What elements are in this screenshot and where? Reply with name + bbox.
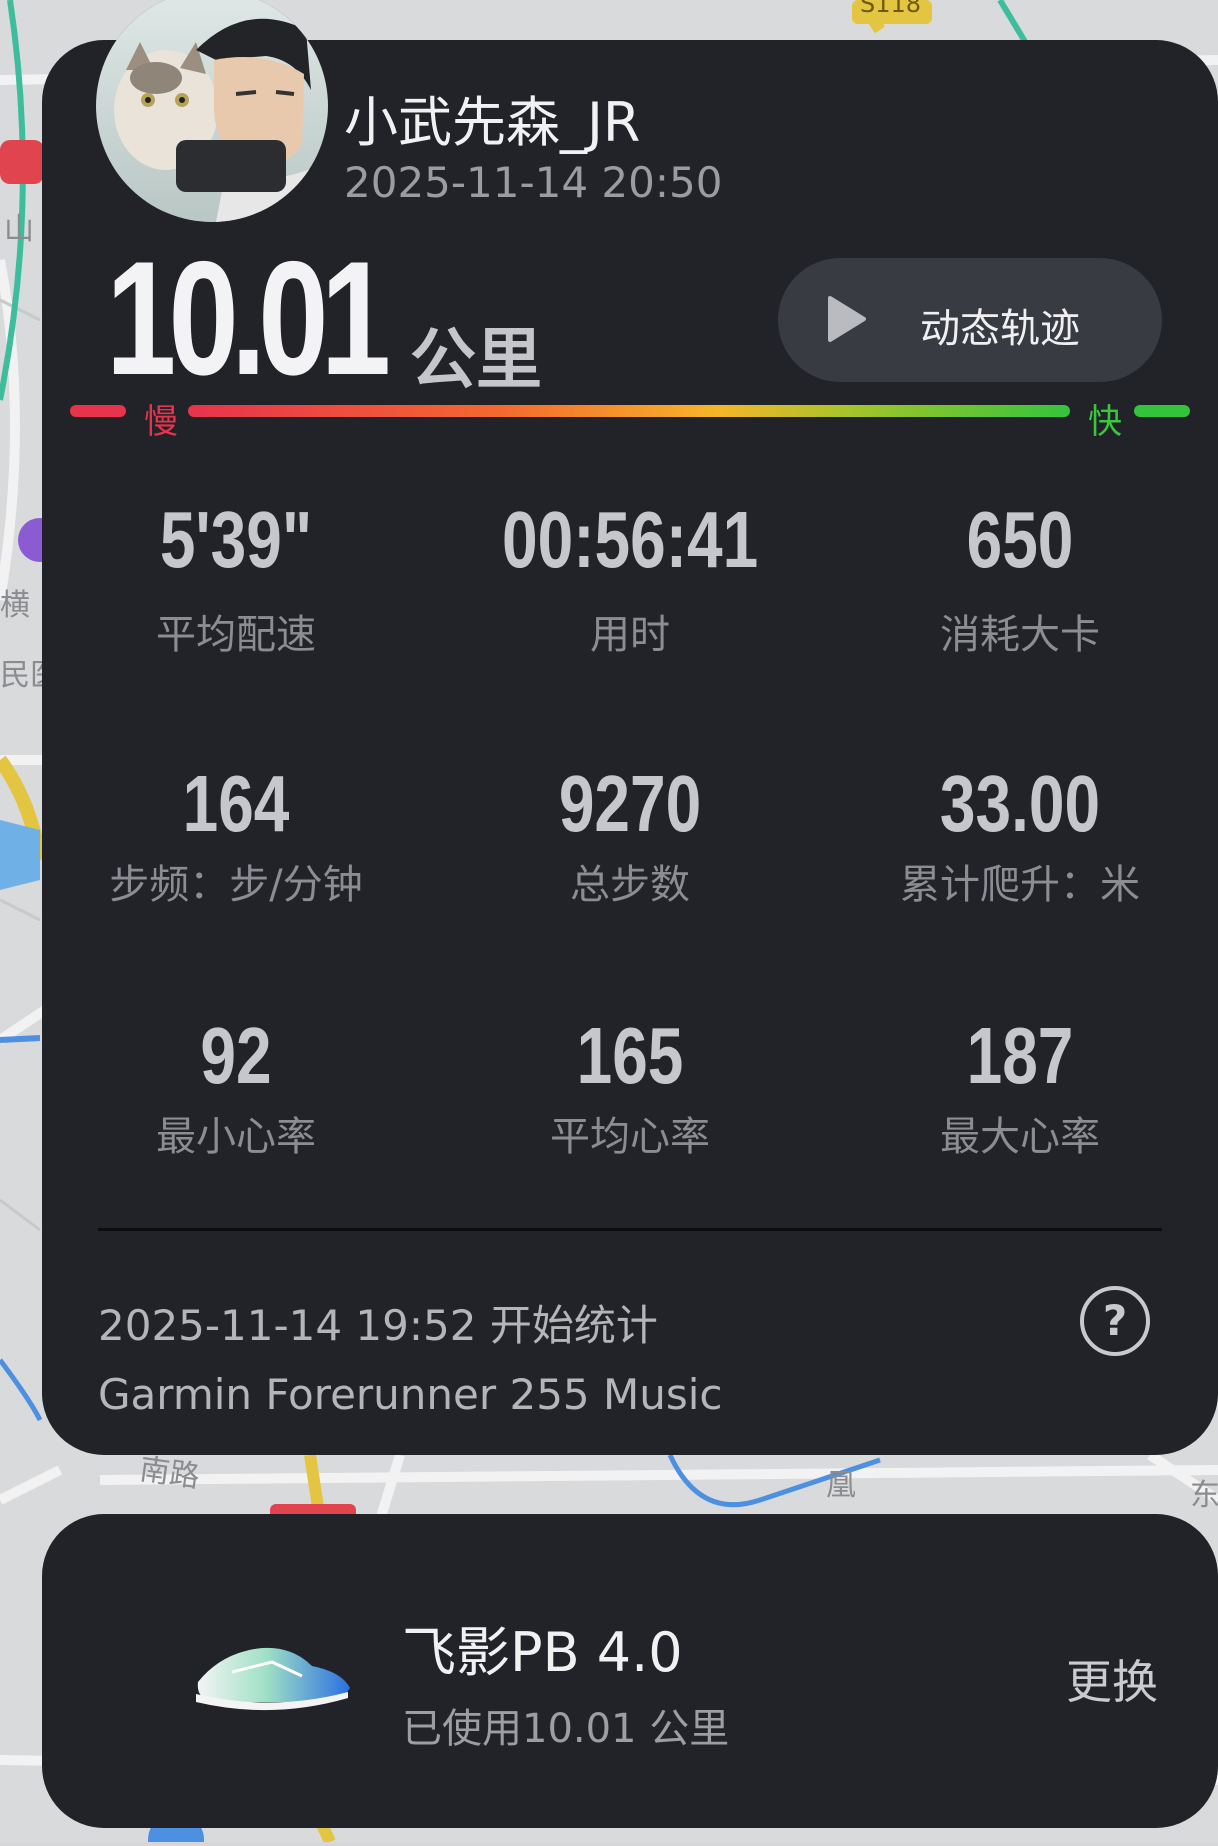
map-label: 东: [1190, 1478, 1218, 1513]
change-shoe-button[interactable]: 更换: [1066, 1646, 1158, 1712]
stat-label: 最大心率: [940, 1114, 1100, 1160]
stat-value: 33.00: [939, 759, 1101, 848]
stat-label: 平均心率: [550, 1114, 710, 1160]
activity-datetime: 2025-11-14 20:50: [344, 158, 723, 207]
map-label: S118: [860, 0, 922, 18]
stat-calories: 650 消耗大卡: [860, 500, 1180, 660]
play-icon: [826, 296, 866, 346]
stat-label: 累计爬升：米: [900, 862, 1140, 908]
stat-value: 00:56:41: [502, 495, 759, 584]
stat-total-steps: 9270 总步数: [470, 764, 790, 910]
stat-label: 总步数: [570, 862, 690, 908]
avatar[interactable]: [96, 0, 328, 222]
start-time-text: 2025-11-14 19:52 开始统计: [98, 1301, 658, 1350]
stat-min-heart-rate: 92 最小心率: [76, 1016, 396, 1162]
distance-unit: 公里: [410, 321, 542, 398]
dynamic-track-label: 动态轨迹: [920, 306, 1080, 352]
dynamic-track-button[interactable]: 动态轨迹: [778, 258, 1162, 382]
stat-label: 平均配速: [156, 612, 316, 658]
shoe-card[interactable]: 飞影PB 4.0 已使用10.01 公里 更换: [42, 1514, 1218, 1828]
stat-duration: 00:56:41 用时: [470, 500, 790, 660]
map-label: 山: [4, 212, 34, 247]
stat-value: 650: [966, 495, 1074, 584]
shoe-used-distance: 已使用10.01 公里: [402, 1706, 730, 1752]
username: 小武先森_JR: [344, 91, 641, 154]
stat-avg-pace: 5'39" 平均配速: [76, 500, 396, 660]
stat-label: 步频：步/分钟: [109, 862, 363, 908]
shoe-image: [192, 1632, 352, 1722]
question-icon[interactable]: ?: [1080, 1286, 1150, 1356]
stat-value: 187: [966, 1011, 1074, 1100]
stat-elevation-gain: 33.00 累计爬升：米: [860, 764, 1180, 910]
fast-label: 快: [1088, 402, 1122, 442]
stat-value: 165: [576, 1011, 684, 1100]
stat-label: 用时: [590, 612, 670, 658]
map-label: 凰: [826, 1468, 856, 1503]
divider: [98, 1228, 1162, 1231]
slow-label: 慢: [144, 402, 178, 442]
stat-label: 最小心率: [156, 1114, 316, 1160]
speed-gradient-bar: [70, 405, 1190, 417]
shoe-name: 飞影PB 4.0: [402, 1621, 683, 1684]
device-name: Garmin Forerunner 255 Music: [98, 1370, 723, 1419]
avatar-image: [96, 0, 328, 222]
stat-value: 164: [182, 759, 290, 848]
map-label: 横: [0, 588, 30, 623]
stat-label: 消耗大卡: [940, 612, 1100, 658]
distance-value: 10.01: [106, 228, 391, 409]
stat-cadence: 164 步频：步/分钟: [76, 764, 396, 910]
stat-value: 92: [200, 1011, 272, 1100]
stat-value: 5'39": [159, 495, 313, 584]
stat-value: 9270: [558, 759, 702, 848]
stat-max-heart-rate: 187 最大心率: [860, 1016, 1180, 1162]
stat-avg-heart-rate: 165 平均心率: [470, 1016, 790, 1162]
